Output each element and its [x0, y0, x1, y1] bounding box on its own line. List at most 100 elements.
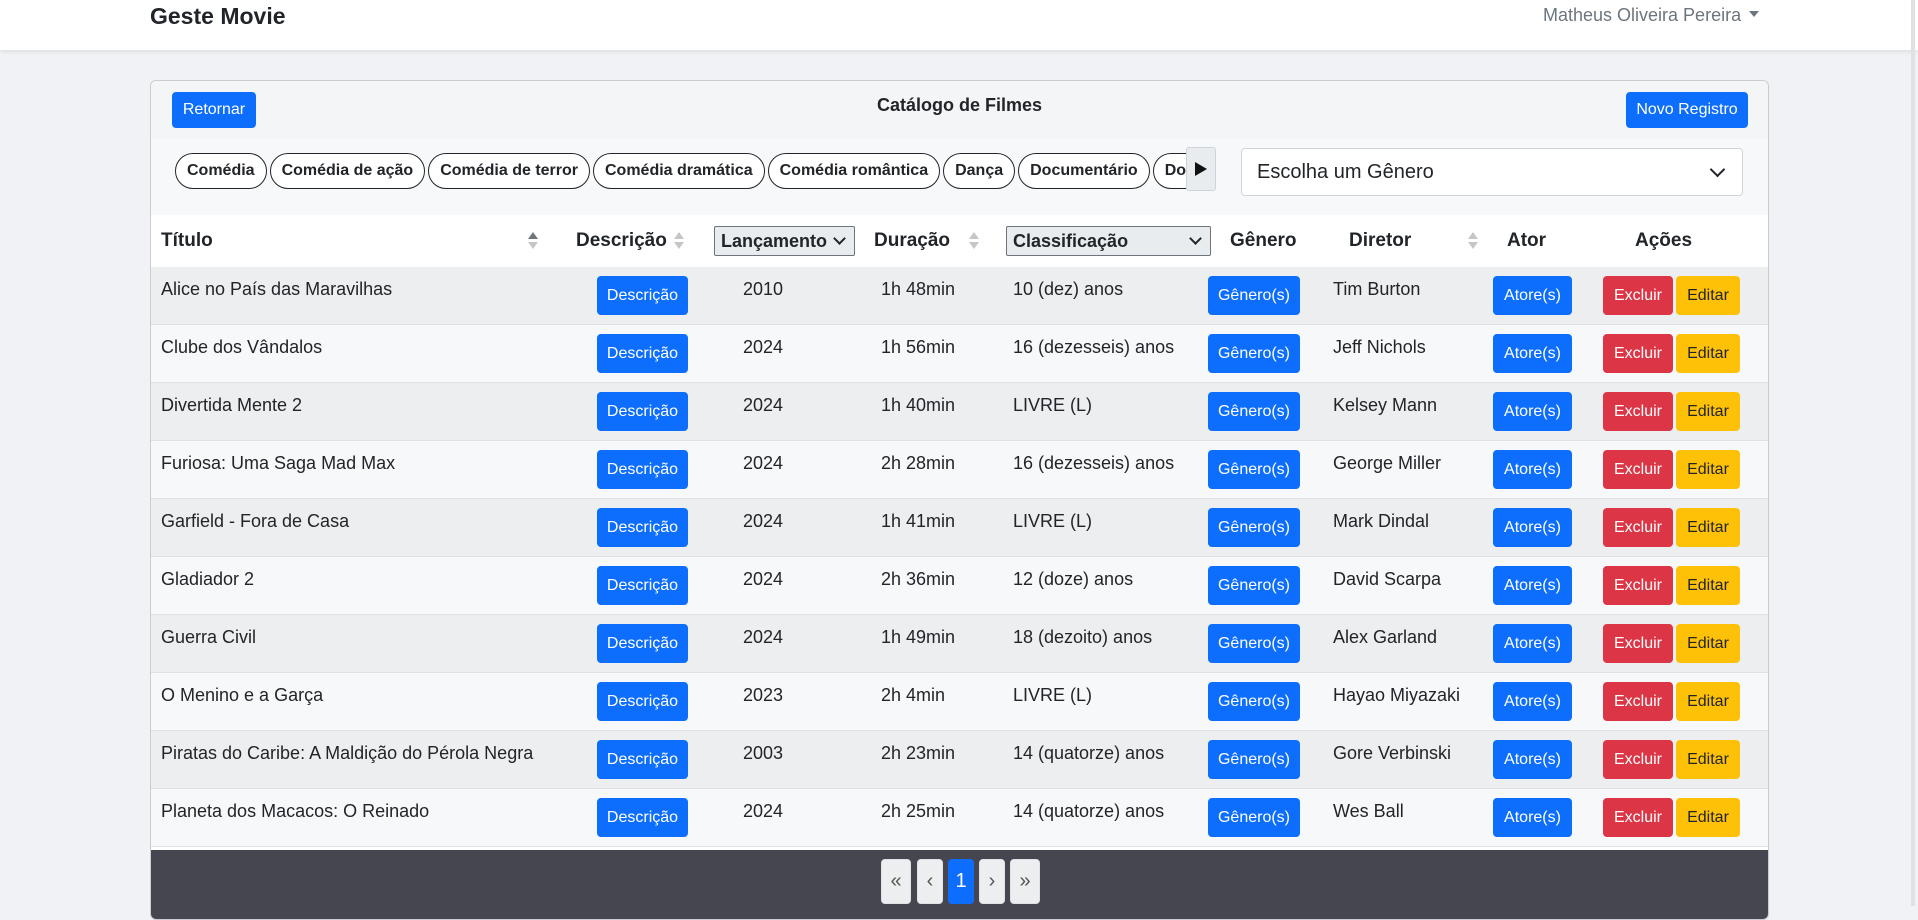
delete-button[interactable]: Excluir: [1603, 566, 1673, 605]
first-page-button[interactable]: «: [881, 859, 911, 904]
genre-chip[interactable]: Documentário: [1018, 153, 1150, 189]
atores-button[interactable]: Atore(s): [1493, 682, 1572, 721]
delete-button[interactable]: Excluir: [1603, 392, 1673, 431]
genero-button[interactable]: Gênero(s): [1208, 392, 1300, 431]
edit-button[interactable]: Editar: [1676, 566, 1740, 605]
atores-button[interactable]: Atore(s): [1493, 508, 1572, 547]
edit-button[interactable]: Editar: [1676, 508, 1740, 547]
edit-button[interactable]: Editar: [1676, 798, 1740, 837]
sort-icon[interactable]: [674, 232, 684, 250]
edit-button[interactable]: Editar: [1676, 624, 1740, 663]
page-scrollbar[interactable]: [1911, 0, 1915, 906]
column-header-diretor[interactable]: Diretor: [1349, 215, 1411, 267]
column-header-duracao[interactable]: Duração: [874, 215, 950, 267]
delete-button[interactable]: Excluir: [1603, 798, 1673, 837]
genero-button[interactable]: Gênero(s): [1208, 450, 1300, 489]
classificacao-filter-select[interactable]: Classificação: [1006, 226, 1211, 256]
atores-button[interactable]: Atore(s): [1493, 566, 1572, 605]
descricao-button[interactable]: Descrição: [597, 740, 688, 779]
top-navbar: Geste Movie Matheus Oliveira Pereira: [0, 0, 1918, 50]
delete-button[interactable]: Excluir: [1603, 276, 1673, 315]
cell-lancamento: 2024: [743, 453, 784, 473]
column-header-ator: Ator: [1507, 230, 1547, 251]
descricao-button[interactable]: Descrição: [597, 450, 688, 489]
genero-button[interactable]: Gênero(s): [1208, 624, 1300, 663]
back-button[interactable]: Retornar: [172, 92, 256, 128]
cell-lancamento: 2003: [743, 743, 784, 763]
genre-select[interactable]: Escolha um Gênero: [1241, 148, 1743, 196]
delete-button[interactable]: Excluir: [1603, 508, 1673, 547]
genero-button[interactable]: Gênero(s): [1208, 566, 1300, 605]
previous-page-button[interactable]: ‹: [917, 859, 943, 904]
atores-button[interactable]: Atore(s): [1493, 334, 1572, 373]
chevron-down-icon: [833, 232, 846, 245]
cell-diretor: Wes Ball: [1333, 801, 1404, 821]
cell-titulo: Alice no País das Maravilhas: [161, 279, 393, 299]
descricao-button[interactable]: Descrição: [597, 566, 688, 605]
last-page-button[interactable]: »: [1010, 859, 1040, 904]
cell-titulo: O Menino e a Garça: [161, 685, 324, 705]
edit-button[interactable]: Editar: [1676, 682, 1740, 721]
genre-chip[interactable]: Documentário: [1152, 153, 1187, 189]
cell-classificacao: 10 (dez) anos: [1013, 279, 1124, 299]
column-header-titulo[interactable]: Título: [161, 215, 213, 267]
atores-button[interactable]: Atore(s): [1493, 392, 1572, 431]
genero-button[interactable]: Gênero(s): [1208, 682, 1300, 721]
page-title: Catálogo de Filmes: [876, 95, 1043, 115]
cell-lancamento: 2024: [743, 569, 784, 589]
chip-scroll-next-button[interactable]: [1186, 147, 1216, 191]
genero-button[interactable]: Gênero(s): [1208, 508, 1300, 547]
descricao-button[interactable]: Descrição: [597, 508, 688, 547]
column-header-descricao[interactable]: Descrição: [576, 215, 667, 267]
delete-button[interactable]: Excluir: [1603, 450, 1673, 489]
next-page-button[interactable]: ›: [979, 859, 1005, 904]
genre-chip[interactable]: Comédia: [175, 153, 267, 189]
genre-chip[interactable]: Comédia dramática: [593, 153, 765, 189]
descricao-button[interactable]: Descrição: [597, 624, 688, 663]
brand-logo[interactable]: Geste Movie: [150, 0, 286, 32]
card-header: Catálogo de Filmes Retornar Novo Registr…: [151, 81, 1768, 140]
genre-chip[interactable]: Comédia de terror: [428, 153, 590, 189]
descricao-button[interactable]: Descrição: [597, 334, 688, 373]
page-button-current[interactable]: 1: [948, 859, 974, 904]
genre-chip[interactable]: Comédia romântica: [767, 153, 941, 189]
classificacao-select-value: Classificação: [1013, 231, 1129, 251]
descricao-button[interactable]: Descrição: [597, 276, 688, 315]
edit-button[interactable]: Editar: [1676, 740, 1740, 779]
descricao-button[interactable]: Descrição: [597, 682, 688, 721]
new-record-button[interactable]: Novo Registro: [1626, 92, 1748, 128]
edit-button[interactable]: Editar: [1676, 392, 1740, 431]
atores-button[interactable]: Atore(s): [1493, 798, 1572, 837]
descricao-button[interactable]: Descrição: [597, 798, 688, 837]
edit-button[interactable]: Editar: [1676, 276, 1740, 315]
genre-chip[interactable]: Comédia de ação: [269, 153, 426, 189]
cell-titulo: Piratas do Caribe: A Maldição do Pérola …: [161, 743, 534, 763]
delete-button[interactable]: Excluir: [1603, 682, 1673, 721]
cell-duracao: 2h 4min: [881, 685, 946, 705]
descricao-button[interactable]: Descrição: [597, 392, 688, 431]
cell-lancamento: 2024: [743, 801, 784, 821]
genre-select-value: Escolha um Gênero: [1257, 161, 1434, 183]
edit-button[interactable]: Editar: [1676, 334, 1740, 373]
cell-titulo: Gladiador 2: [161, 569, 255, 589]
delete-button[interactable]: Excluir: [1603, 740, 1673, 779]
genero-button[interactable]: Gênero(s): [1208, 276, 1300, 315]
genre-chip[interactable]: Dança: [943, 153, 1016, 189]
delete-button[interactable]: Excluir: [1603, 624, 1673, 663]
genero-button[interactable]: Gênero(s): [1208, 740, 1300, 779]
atores-button[interactable]: Atore(s): [1493, 740, 1572, 779]
filter-bar: Comédia Comédia de ação Comédia de terror C…: [151, 139, 1768, 216]
user-menu-dropdown[interactable]: Matheus Oliveira Pereira: [1543, 0, 1760, 30]
delete-button[interactable]: Excluir: [1603, 334, 1673, 373]
genero-button[interactable]: Gênero(s): [1208, 334, 1300, 373]
atores-button[interactable]: Atore(s): [1493, 624, 1572, 663]
edit-button[interactable]: Editar: [1676, 450, 1740, 489]
atores-button[interactable]: Atore(s): [1493, 450, 1572, 489]
sort-icon[interactable]: [969, 232, 979, 250]
sort-icon[interactable]: [528, 232, 538, 250]
genero-button[interactable]: Gênero(s): [1208, 798, 1300, 837]
sort-icon[interactable]: [1468, 232, 1478, 250]
atores-button[interactable]: Atore(s): [1493, 276, 1572, 315]
cell-diretor: Mark Dindal: [1333, 511, 1430, 531]
lancamento-filter-select[interactable]: Lançamento: [714, 226, 855, 256]
